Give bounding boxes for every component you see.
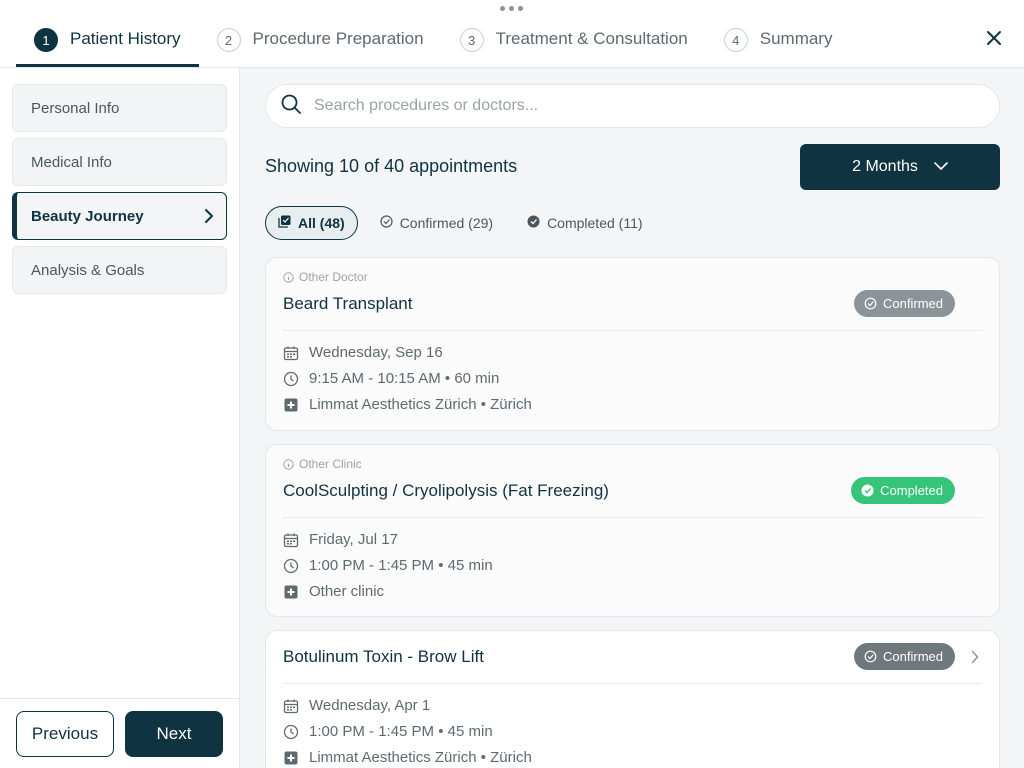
clock-icon (283, 724, 299, 739)
status-label: Completed (880, 483, 943, 498)
appointment-location: Limmat Aesthetics Zürich • Zürich (283, 749, 532, 766)
step-label: Treatment & Consultation (495, 29, 688, 48)
step-procedure-preparation[interactable]: 2 Procedure Preparation (199, 20, 442, 67)
appointment-source: Other Clinic (283, 457, 362, 471)
appointment-card[interactable]: Other Clinic CoolSculpting / Cryolipolys… (265, 444, 1000, 617)
check-badge-icon (864, 650, 877, 663)
search-bar[interactable] (265, 84, 1000, 128)
search-icon (280, 93, 314, 120)
date-text: Wednesday, Apr 1 (309, 697, 431, 714)
filter-label: All (48) (298, 215, 345, 231)
chevron-right-icon[interactable] (971, 650, 979, 669)
filter-label: Confirmed (29) (399, 215, 494, 231)
step-label: Summary (759, 29, 833, 48)
appointment-location: Limmat Aesthetics Zürich • Zürich (283, 396, 532, 413)
status-badge: Confirmed (854, 643, 955, 670)
divider (283, 517, 982, 518)
filter-label: Completed (11) (547, 215, 643, 231)
appointment-card[interactable]: Other Doctor Beard Transplant Confirmed … (265, 257, 1000, 431)
time-text: 9:15 AM - 10:15 AM • 60 min (309, 370, 500, 387)
next-button[interactable]: Next (125, 711, 223, 757)
sidebar-item-label: Personal Info (31, 99, 120, 117)
sidebar-item-label: Beauty Journey (31, 207, 144, 225)
sidebar: Personal Info Medical Info Beauty Journe… (0, 68, 240, 768)
appointment-title: CoolSculpting / Cryolipolysis (Fat Freez… (283, 481, 609, 500)
check-badge-icon (861, 484, 874, 497)
step-label: Patient History (70, 29, 181, 48)
sidebar-item-medical-info[interactable]: Medical Info (12, 138, 227, 186)
sidebar-item-label: Analysis & Goals (31, 261, 145, 279)
appointment-time: 1:00 PM - 1:45 PM • 45 min (283, 557, 493, 574)
results-count: Showing 10 of 40 appointments (265, 156, 518, 176)
period-dropdown[interactable]: 2 Months (800, 144, 1000, 190)
appointment-location: Other clinic (283, 583, 384, 600)
previous-button[interactable]: Previous (16, 711, 114, 757)
appointment-time: 9:15 AM - 10:15 AM • 60 min (283, 370, 499, 387)
divider (283, 330, 982, 331)
appointment-time: 1:00 PM - 1:45 PM • 45 min (283, 723, 493, 740)
step-treatment-consultation[interactable]: 3 Treatment & Consultation (442, 20, 706, 67)
check-badge-filled-icon (527, 215, 540, 231)
step-bar: 1 Patient History 2 Procedure Preparatio… (0, 0, 1024, 68)
sidebar-item-personal-info[interactable]: Personal Info (12, 84, 227, 132)
status-badge: Confirmed (854, 290, 955, 317)
appointment-title: Beard Transplant (283, 294, 413, 313)
appointment-date: Wednesday, Sep 16 (283, 344, 443, 361)
filter-all[interactable]: All (48) (265, 206, 358, 240)
appointment-date: Wednesday, Apr 1 (283, 697, 430, 714)
clinic-icon (284, 751, 298, 764)
clinic-icon (284, 398, 298, 411)
status-label: Confirmed (883, 296, 943, 311)
date-text: Wednesday, Sep 16 (309, 344, 443, 361)
step-patient-history[interactable]: 1 Patient History (16, 20, 199, 67)
search-input[interactable] (314, 97, 964, 115)
clock-icon (283, 558, 299, 573)
status-label: Confirmed (883, 649, 943, 664)
sidebar-item-beauty-journey[interactable]: Beauty Journey (12, 192, 227, 240)
step-number: 2 (216, 28, 241, 52)
sidebar-item-label: Medical Info (31, 153, 112, 171)
check-badge-outline-icon (380, 215, 393, 231)
time-text: 1:00 PM - 1:45 PM • 45 min (309, 723, 493, 740)
status-badge: Completed (851, 477, 955, 504)
appointment-source: Other Doctor (283, 270, 368, 284)
check-badge-icon (864, 297, 877, 310)
appointment-date: Friday, Jul 17 (283, 531, 398, 548)
sidebar-footer: Previous Next (0, 698, 239, 768)
main-content: Showing 10 of 40 appointments 2 Months A… (240, 68, 1024, 768)
stack-icon (278, 215, 291, 231)
chevron-right-icon (204, 208, 214, 228)
filter-completed[interactable]: Completed (11) (515, 206, 654, 240)
step-number: 4 (723, 28, 748, 52)
step-list: 1 Patient History 2 Procedure Preparatio… (16, 20, 850, 68)
drag-handle-icon[interactable] (500, 6, 523, 11)
location-text: Other clinic (309, 583, 385, 600)
date-text: Friday, Jul 17 (309, 531, 398, 548)
source-label: Other Doctor (299, 270, 368, 284)
info-icon (283, 458, 294, 470)
sidebar-item-analysis-goals[interactable]: Analysis & Goals (12, 246, 227, 294)
time-text: 1:00 PM - 1:45 PM • 45 min (309, 557, 493, 574)
filter-confirmed[interactable]: Confirmed (29) (368, 206, 505, 240)
step-summary[interactable]: 4 Summary (706, 20, 851, 67)
clinic-icon (284, 585, 298, 598)
source-label: Other Clinic (299, 457, 362, 471)
calendar-icon (283, 699, 299, 713)
close-icon[interactable] (984, 28, 1004, 48)
appointment-title: Botulinum Toxin - Brow Lift (283, 647, 484, 666)
clock-icon (283, 371, 299, 386)
calendar-icon (283, 346, 299, 360)
calendar-icon (283, 533, 299, 547)
divider (283, 683, 982, 684)
step-number: 3 (459, 28, 484, 52)
period-label: 2 Months (852, 158, 918, 175)
filter-tabs: All (48) Confirmed (29) Completed (11) (265, 206, 655, 240)
info-icon (283, 271, 294, 283)
location-text: Limmat Aesthetics Zürich • Zürich (309, 749, 532, 766)
location-text: Limmat Aesthetics Zürich • Zürich (309, 396, 532, 413)
chevron-down-icon (934, 158, 948, 176)
appointment-card[interactable]: Botulinum Toxin - Brow Lift Confirmed We… (265, 630, 1000, 768)
step-label: Procedure Preparation (252, 29, 424, 48)
step-number: 1 (34, 28, 58, 52)
